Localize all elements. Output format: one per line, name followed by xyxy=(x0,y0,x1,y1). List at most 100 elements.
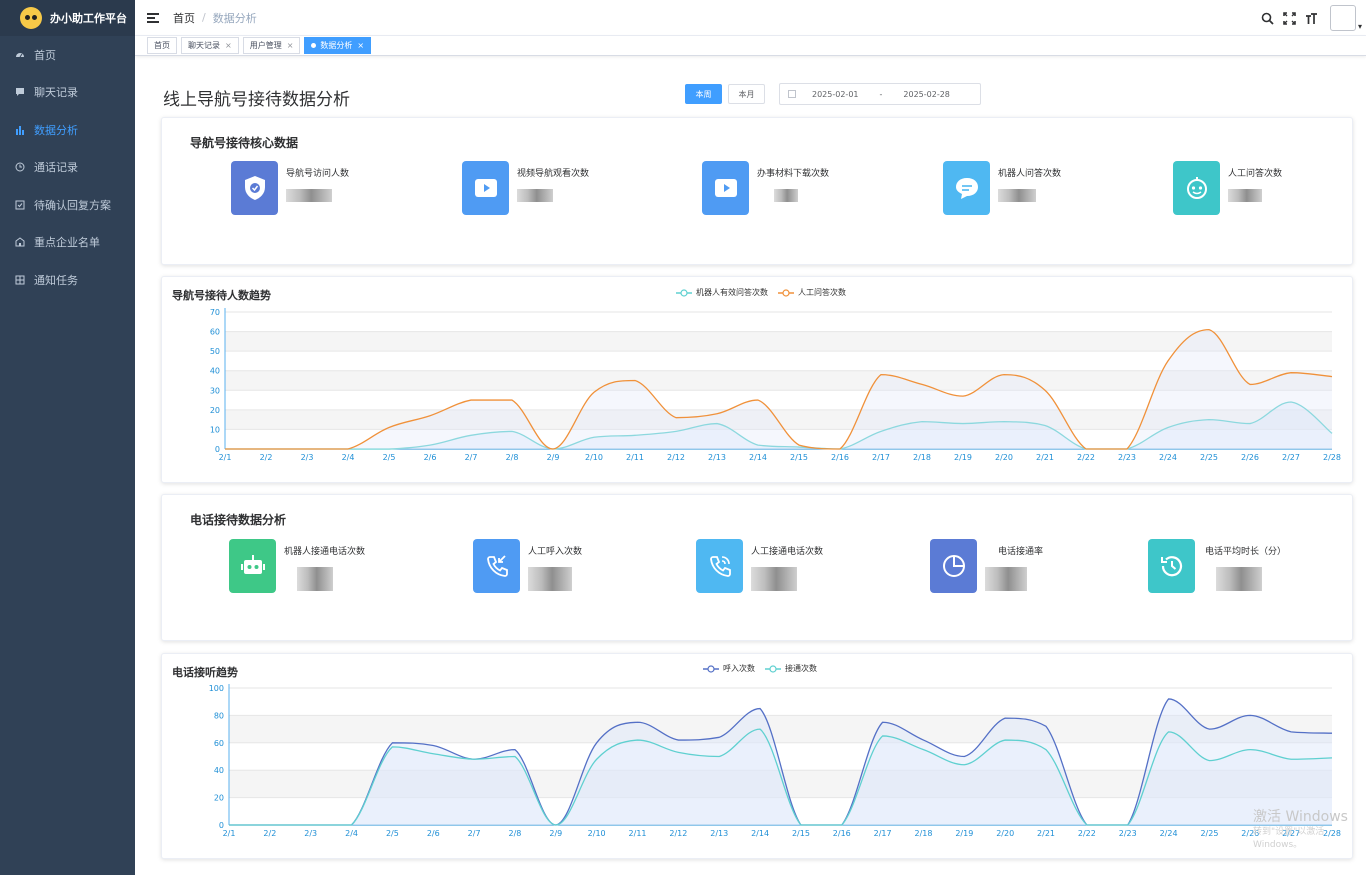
y-tick-label: 20 xyxy=(210,406,220,415)
shield-check-icon xyxy=(231,161,278,215)
fullscreen-icon[interactable] xyxy=(1283,11,1296,25)
nav-trend-chart: 0102030405060702/1 2/2 2/3 2/4 2/5 2/6 2/7 2/8 2… xyxy=(210,308,1341,462)
active-dot-icon xyxy=(311,43,317,48)
x-tick-label: 2/15 xyxy=(792,829,810,838)
windows-activation-watermark: 激活 Windows xyxy=(1253,809,1348,825)
stat-manual-connected: 人工接通电话次数 xyxy=(696,539,823,593)
stat-value-masked xyxy=(297,567,333,591)
x-tick-label: 2/25 xyxy=(1200,453,1218,462)
x-tick-label: 2/22 xyxy=(1078,829,1096,838)
sidebar-item-pending-replies[interactable]: 待确认回复方案 xyxy=(0,186,135,224)
nav-trend-card: 导航号接待人数趋势 机器人有效问答次数 人工问答次数 0 10 20 30 40 50 60… xyxy=(161,276,1353,483)
x-tick-label: 2/24 xyxy=(1160,829,1178,838)
x-tick-label: 2/21 xyxy=(1036,453,1054,462)
sidebar-item-chat-records[interactable]: 聊天记录 xyxy=(0,74,135,112)
phone-trend-chart: 0204060801002/1 2/2 2/3 2/4 2/5 2/6 2/7 2/8 2/9 2… xyxy=(209,684,1341,838)
x-tick-label: 2/26 xyxy=(1241,453,1259,462)
x-tick-label: 2/21 xyxy=(1037,829,1055,838)
play-icon xyxy=(462,161,509,215)
date-separator: - xyxy=(879,89,883,99)
caret-down-icon[interactable]: ▾ xyxy=(1358,22,1362,31)
sidebar-item-label: 聊天记录 xyxy=(34,86,78,100)
tags-view: 首页 聊天记录 × 用户管理 × 数据分析 × xyxy=(135,36,1366,56)
x-tick-label: 2/14 xyxy=(751,829,769,838)
x-tick-label: 2/23 xyxy=(1118,453,1136,462)
x-tick-label: 2/16 xyxy=(833,829,851,838)
x-tick-label: 2/19 xyxy=(955,829,973,838)
x-tick-label: 2/23 xyxy=(1119,829,1137,838)
stat-label: 机器人问答次数 xyxy=(998,169,1062,179)
y-tick-label: 40 xyxy=(214,766,224,775)
x-tick-label: 2/7 xyxy=(465,453,478,462)
y-tick-label: 50 xyxy=(210,347,220,356)
x-tick-label: 2/1 xyxy=(219,453,232,462)
tag-label: 用户管理 xyxy=(249,41,282,50)
y-tick-label: 80 xyxy=(214,711,224,720)
stat-avg-duration: 电话平均时长（分） xyxy=(1148,539,1286,593)
sidebar: 办小助工作平台 首页 聊天记录 数据分析 通话记录 待确认回复方案 重点企业名单… xyxy=(0,0,135,875)
sidebar-item-home[interactable]: 首页 xyxy=(0,36,135,74)
x-tick-label: 2/9 xyxy=(549,829,562,838)
sidebar-item-key-enterprises[interactable]: 重点企业名单 xyxy=(0,224,135,262)
sidebar-item-notify-tasks[interactable]: 通知任务 xyxy=(0,261,135,299)
sidebar-item-label: 首页 xyxy=(34,48,56,62)
stat-label: 机器人接通电话次数 xyxy=(284,547,366,557)
avatar[interactable] xyxy=(1329,5,1356,31)
clock-icon xyxy=(15,162,25,172)
sidebar-item-data-analysis[interactable]: 数据分析 xyxy=(0,111,135,149)
tag-chat-records[interactable]: 聊天记录 × xyxy=(181,37,239,54)
tag-user-management[interactable]: 用户管理 × xyxy=(242,37,301,54)
logo[interactable]: 办小助工作平台 xyxy=(0,0,135,36)
x-tick-label: 2/28 xyxy=(1323,453,1341,462)
hamburger-icon[interactable] xyxy=(147,12,159,23)
sidebar-item-call-records[interactable]: 通话记录 xyxy=(0,149,135,187)
stat-material-downloads: 办事材料下载次数 xyxy=(702,161,829,215)
search-icon[interactable] xyxy=(1261,12,1274,25)
sidebar-menu: 首页 聊天记录 数据分析 通话记录 待确认回复方案 重点企业名单 通知任务 xyxy=(0,36,135,299)
x-tick-label: 2/27 xyxy=(1282,453,1300,462)
x-tick-label: 2/6 xyxy=(424,453,437,462)
x-tick-label: 2/17 xyxy=(872,453,890,462)
x-tick-label: 2/3 xyxy=(301,453,314,462)
stat-value-masked xyxy=(1216,567,1262,591)
close-icon[interactable]: × xyxy=(287,41,294,50)
grid-icon xyxy=(15,275,25,285)
robot-face-icon xyxy=(1173,161,1220,215)
close-icon[interactable]: × xyxy=(225,41,232,50)
stat-label: 人工呼入次数 xyxy=(528,547,583,557)
date-range-picker[interactable]: 2025-02-01 - 2025-02-28 xyxy=(779,83,981,105)
stat-manual-incoming: 人工呼入次数 xyxy=(473,539,582,593)
stat-robot-calls: 机器人接通电话次数 xyxy=(229,539,365,593)
y-tick-label: 40 xyxy=(210,367,220,376)
stat-connect-rate: 电话接通率 xyxy=(930,539,1043,593)
font-size-icon[interactable] xyxy=(1305,12,1318,25)
tag-label: 数据分析 xyxy=(320,41,353,50)
calendar-icon xyxy=(788,90,796,98)
date-end[interactable]: 2025-02-28 xyxy=(903,90,950,99)
stat-label: 人工接通电话次数 xyxy=(751,547,824,557)
x-tick-label: 2/20 xyxy=(996,829,1014,838)
stat-manual-qa: 人工问答次数 xyxy=(1173,161,1282,215)
history-icon xyxy=(1148,539,1195,593)
x-tick-label: 2/24 xyxy=(1159,453,1177,462)
sidebar-item-label: 待确认回复方案 xyxy=(34,198,111,212)
incoming-call-icon xyxy=(473,539,520,593)
sidebar-item-label: 重点企业名单 xyxy=(34,236,100,250)
this-month-button[interactable]: 本月 xyxy=(728,84,765,104)
tag-home[interactable]: 首页 xyxy=(147,37,177,54)
x-tick-label: 2/15 xyxy=(790,453,808,462)
navbar: 首页 / 数据分析 ▾ xyxy=(135,0,1366,36)
breadcrumb-home[interactable]: 首页 xyxy=(173,10,195,26)
x-tick-label: 2/12 xyxy=(669,829,687,838)
this-week-button[interactable]: 本周 xyxy=(685,84,722,104)
stat-label: 电话接通率 xyxy=(998,547,1044,557)
x-tick-label: 2/10 xyxy=(588,829,606,838)
x-tick-label: 2/12 xyxy=(667,453,685,462)
x-tick-label: 2/22 xyxy=(1077,453,1095,462)
date-start[interactable]: 2025-02-01 xyxy=(812,90,859,99)
x-tick-label: 2/11 xyxy=(629,829,647,838)
y-tick-label: 30 xyxy=(210,386,220,395)
sidebar-item-label: 通话记录 xyxy=(34,161,78,175)
tag-data-analysis[interactable]: 数据分析 × xyxy=(304,37,372,54)
close-icon[interactable]: × xyxy=(357,41,364,50)
